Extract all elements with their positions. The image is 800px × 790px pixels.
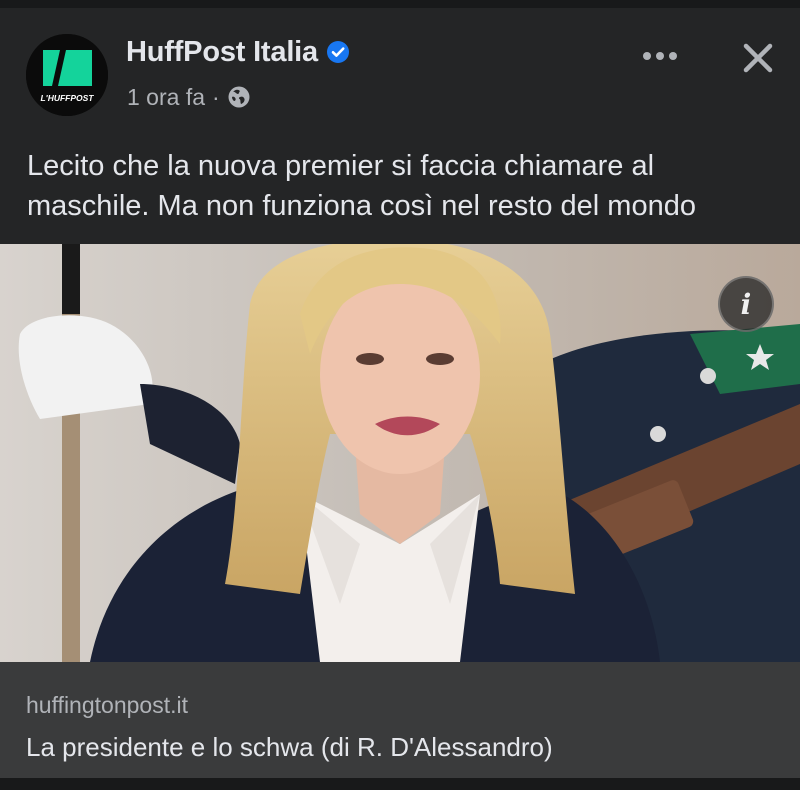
globe-icon — [228, 86, 250, 108]
page-name[interactable]: HuffPost Italia — [126, 35, 318, 69]
link-title[interactable]: La presidente e lo schwa (di R. D'Alessa… — [26, 732, 553, 763]
post-text: Lecito che la nuova premier si faccia ch… — [27, 150, 696, 222]
verified-badge-icon — [327, 41, 349, 63]
info-button[interactable]: i — [718, 276, 774, 332]
close-icon — [743, 43, 773, 73]
link-domain: huffingtonpost.it — [26, 692, 188, 718]
svg-text:L'HUFFPOST: L'HUFFPOST — [40, 93, 94, 103]
meta-separator: · — [212, 84, 220, 110]
article-image[interactable]: i — [0, 244, 800, 662]
article-photo — [0, 244, 800, 662]
link-preview[interactable]: huffingtonpost.it La presidente e lo sch… — [0, 662, 800, 778]
close-button[interactable] — [736, 36, 780, 80]
post-meta: 1 ora fa · — [127, 82, 251, 112]
post-card: L'HUFFPOST HuffPost Italia 1 ora fa · Le… — [0, 8, 800, 778]
info-icon: i — [740, 287, 752, 321]
page-avatar[interactable]: L'HUFFPOST — [26, 34, 108, 116]
post-header: L'HUFFPOST HuffPost Italia 1 ora fa · — [0, 8, 800, 118]
more-options-icon — [643, 52, 677, 60]
more-options-button[interactable] — [638, 38, 682, 74]
huffpost-logo-icon: L'HUFFPOST — [26, 34, 108, 116]
post-timestamp[interactable]: 1 ora fa — [127, 82, 205, 112]
